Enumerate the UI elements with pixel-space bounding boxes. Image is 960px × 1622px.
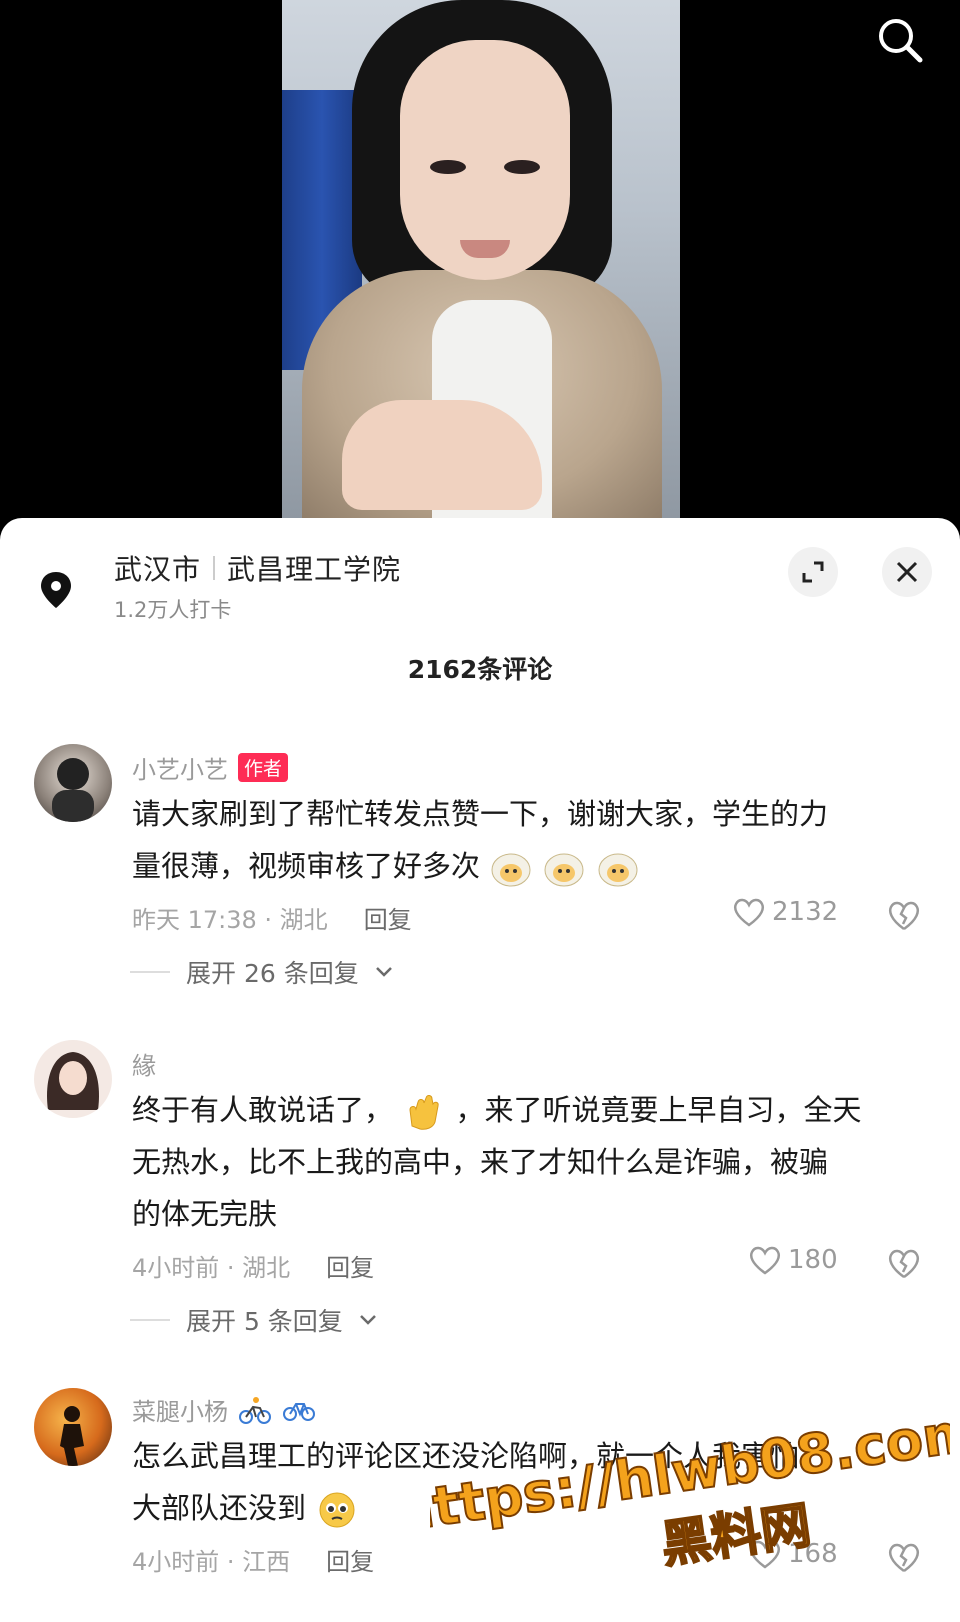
comment-username-row: 小艺小艺 作者 — [132, 750, 289, 785]
video-frame — [282, 0, 680, 520]
like-count: 180 — [788, 1245, 838, 1275]
chevron-down-icon — [359, 1315, 376, 1325]
comment-text-line: 的体无完肤 — [132, 1197, 278, 1231]
avatar[interactable] — [34, 1040, 112, 1118]
username[interactable]: 菜腿小杨 — [132, 1392, 228, 1427]
comment-text-line: 无热水，比不上我的高中，来了才知什么是诈骗，被骗 — [132, 1145, 829, 1179]
search-icon — [879, 19, 923, 63]
close-button[interactable] — [882, 547, 932, 597]
reply-button[interactable]: 回复 — [326, 1542, 374, 1577]
video-player[interactable] — [0, 0, 960, 520]
comment-meta: 昨天 17:38 · 湖北 回复 — [132, 900, 412, 935]
cyclist-emoji-icon — [239, 1396, 271, 1424]
comment-text-segment: 终于有人敢说话了， — [132, 1093, 394, 1127]
sheep-emoji-icon — [491, 853, 531, 887]
location-divider — [213, 556, 216, 580]
comment-time-location: 昨天 17:38 · 湖北 — [132, 906, 328, 934]
expand-replies-label: 展开 5 条回复 — [186, 1307, 343, 1336]
avatar[interactable] — [34, 1388, 112, 1466]
comment-text-segment: 大部队还没到 — [132, 1491, 307, 1525]
like-button[interactable]: 2132 — [732, 896, 838, 928]
divider-line — [130, 1319, 170, 1321]
comment-text-segment: 量很薄，视频审核了好多次 — [132, 849, 481, 883]
like-count: 168 — [788, 1539, 838, 1569]
expand-replies[interactable]: 展开 26 条回复 — [130, 954, 393, 990]
broken-heart-icon[interactable] — [886, 898, 922, 932]
comment-sheet: 武汉市 武昌理工学院 1.2万人打卡 2162条评论 小艺小艺 作者 请大家刷到… — [0, 518, 960, 1622]
expand-replies[interactable]: 展开 5 条回复 — [130, 1302, 377, 1338]
broken-heart-icon[interactable] — [886, 1246, 922, 1280]
author-badge: 作者 — [238, 753, 289, 782]
broken-heart-icon[interactable] — [886, 1540, 922, 1574]
like-count: 2132 — [772, 897, 839, 927]
username[interactable]: 緣 — [132, 1046, 156, 1081]
heart-icon — [749, 1246, 781, 1275]
expand-icon — [802, 561, 824, 583]
comment-time-location: 4小时前 · 湖北 — [132, 1254, 291, 1282]
avatar[interactable] — [34, 744, 112, 822]
expand-button[interactable] — [788, 547, 838, 597]
expand-replies-label: 展开 26 条回复 — [186, 959, 359, 988]
comment-username-row: 緣 — [132, 1046, 156, 1081]
comment-text-line: 终于有人敢说话了， ，来了听说竟要上早自习，全天 — [132, 1084, 912, 1136]
heart-icon — [733, 898, 765, 927]
comment-text-segment: ，来了听说竟要上早自习，全天 — [455, 1093, 862, 1127]
close-icon — [896, 561, 918, 583]
checkin-count: 1.2万人打卡 — [114, 598, 232, 622]
pleading-face-emoji-icon — [319, 1492, 355, 1528]
heart-icon — [749, 1540, 781, 1569]
like-button[interactable]: 168 — [748, 1538, 838, 1570]
sheep-emoji-icon — [598, 853, 638, 887]
comment-time-location: 4小时前 · 江西 — [132, 1548, 291, 1576]
comment-username-row: 菜腿小杨 — [132, 1392, 316, 1427]
location-city: 武汉市 — [114, 553, 202, 586]
comment-text-line: 请大家刷到了帮忙转发点赞一下，谢谢大家，学生的力 — [132, 797, 829, 831]
comment-meta: 4小时前 · 湖北 回复 — [132, 1248, 374, 1283]
location-pin-icon — [41, 572, 71, 608]
person-face — [400, 40, 570, 280]
search-button[interactable] — [870, 10, 930, 70]
sheep-emoji-icon — [544, 853, 584, 887]
reply-button[interactable]: 回复 — [326, 1248, 374, 1283]
comment-text: 怎么武昌理工的评论区还没沦陷啊，就一个人我害怕。 大部队还没到 — [132, 1430, 912, 1534]
like-button[interactable]: 180 — [748, 1244, 838, 1276]
comment-meta: 4小时前 · 江西 回复 — [132, 1542, 374, 1577]
clap-emoji-icon — [409, 1095, 439, 1130]
comment-text-line: 量很薄，视频审核了好多次 — [132, 840, 912, 892]
comment-text: 终于有人敢说话了， ，来了听说竟要上早自习，全天 无热水，比不上我的高中，来了才… — [132, 1084, 912, 1240]
comment-text-line: 怎么武昌理工的评论区还没沦陷啊，就一个人我害怕。 — [132, 1439, 829, 1473]
location-title[interactable]: 武汉市 武昌理工学院 — [114, 548, 401, 588]
comment-text: 请大家刷到了帮忙转发点赞一下，谢谢大家，学生的力 量很薄，视频审核了好多次 — [132, 788, 912, 892]
bicycle-emoji-icon — [283, 1402, 315, 1421]
chevron-down-icon — [375, 967, 392, 977]
comment-count: 2162条评论 — [407, 655, 553, 684]
username[interactable]: 小艺小艺 — [132, 750, 228, 785]
comment-text-line: 大部队还没到 — [132, 1482, 912, 1534]
reply-button[interactable]: 回复 — [364, 900, 412, 935]
location-place: 武昌理工学院 — [227, 553, 402, 586]
divider-line — [130, 971, 170, 973]
